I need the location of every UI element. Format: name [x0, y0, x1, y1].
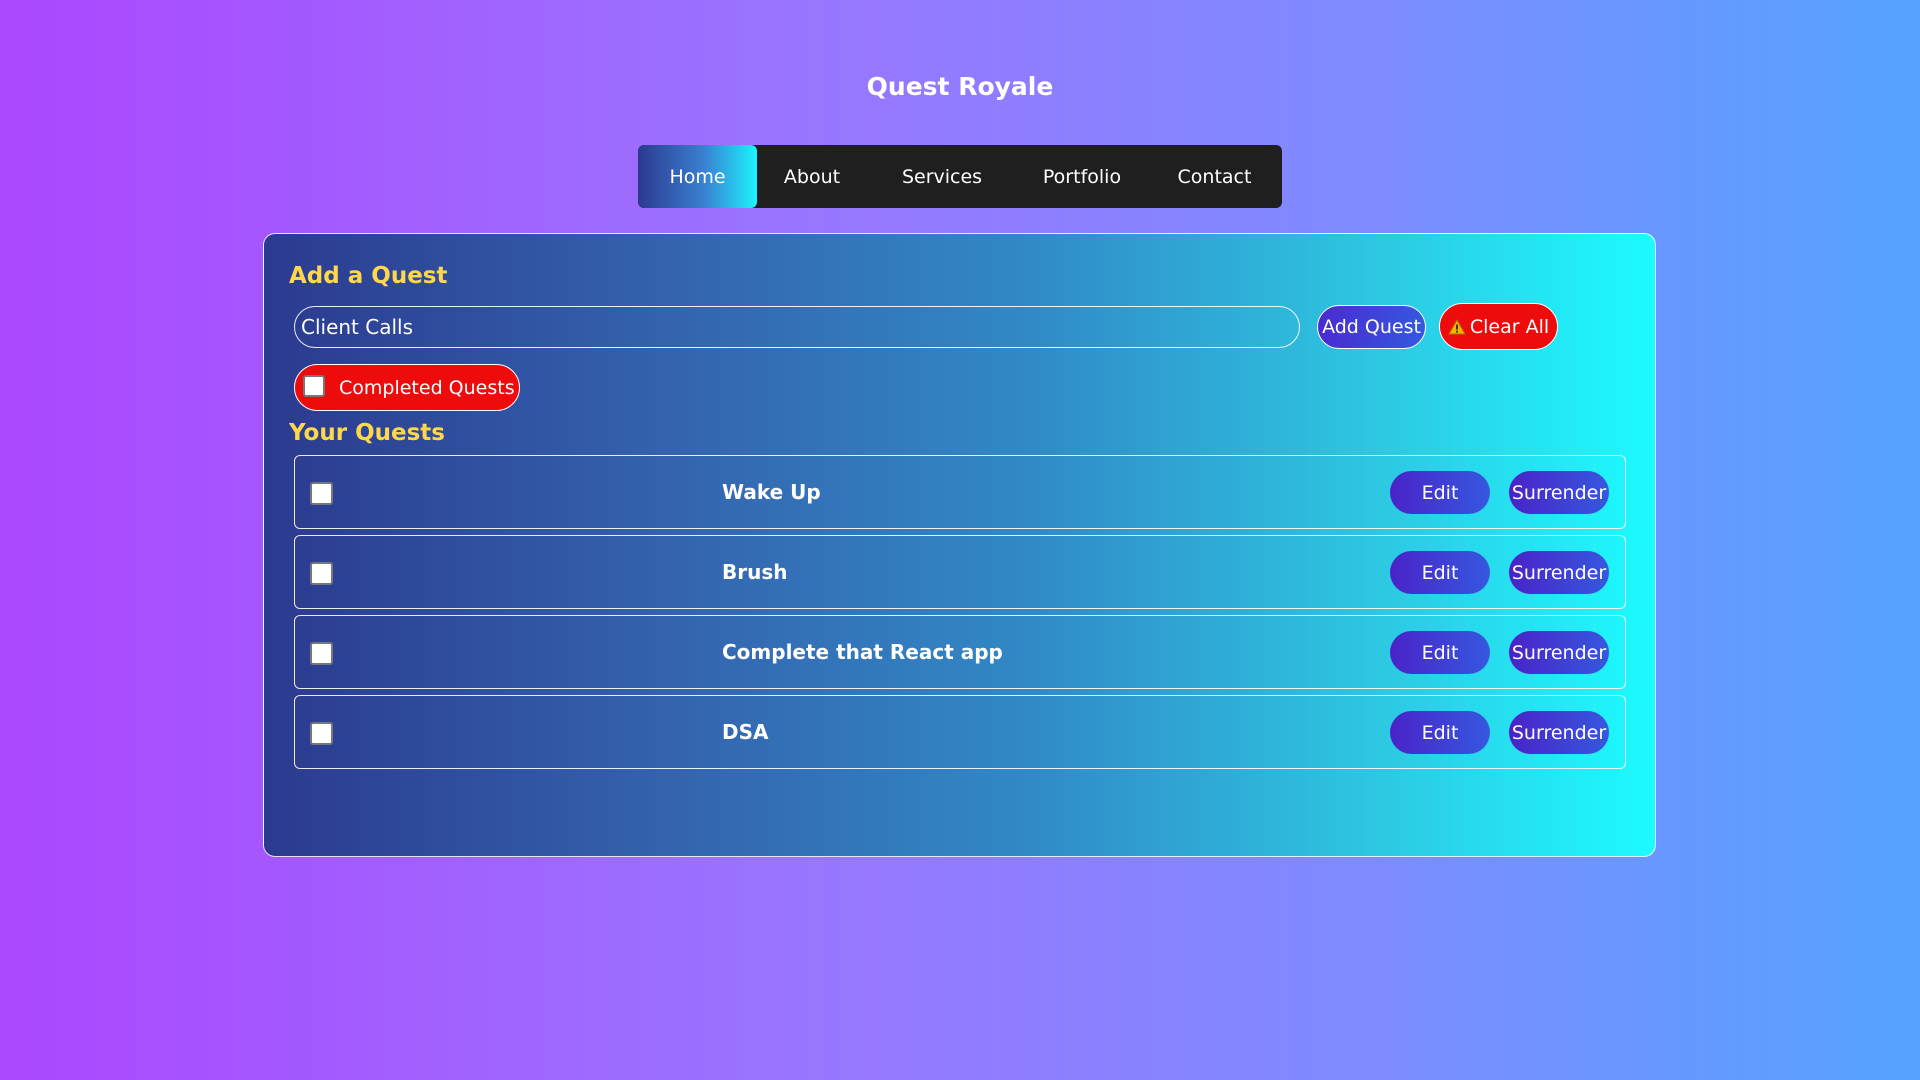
quest-row: DSA Edit Surrender	[294, 695, 1626, 769]
edit-button[interactable]: Edit	[1390, 631, 1490, 674]
edit-button[interactable]: Edit	[1390, 711, 1490, 754]
warning-icon	[1447, 318, 1466, 335]
quest-row: Complete that React app Edit Surrender	[294, 615, 1626, 689]
quest-row: Wake Up Edit Surrender	[294, 455, 1626, 529]
nav-item-portfolio[interactable]: Portfolio	[1017, 145, 1147, 208]
edit-button[interactable]: Edit	[1390, 471, 1490, 514]
quest-row: Brush Edit Surrender	[294, 535, 1626, 609]
quest-checkbox[interactable]	[310, 562, 333, 585]
quest-input[interactable]	[294, 306, 1300, 348]
app-title: Quest Royale	[866, 72, 1054, 101]
quest-list: Wake Up Edit Surrender Brush Edit Surren…	[294, 455, 1626, 775]
quest-checkbox[interactable]	[310, 642, 333, 665]
edit-button[interactable]: Edit	[1390, 551, 1490, 594]
clear-all-button[interactable]: Clear All	[1439, 303, 1558, 350]
nav-item-contact[interactable]: Contact	[1147, 145, 1282, 208]
navbar: Home About Services Portfolio Contact	[638, 145, 1282, 208]
add-quest-button[interactable]: Add Quest	[1317, 305, 1426, 349]
quest-title: DSA	[722, 720, 769, 744]
quest-panel: Add a Quest Add Quest Clear All Complete…	[263, 233, 1656, 857]
surrender-button[interactable]: Surrender	[1509, 631, 1609, 674]
nav-item-home[interactable]: Home	[638, 145, 757, 208]
surrender-button[interactable]: Surrender	[1509, 551, 1609, 594]
quest-title: Complete that React app	[722, 640, 1003, 664]
add-quest-button-label: Add Quest	[1322, 316, 1421, 338]
nav-item-about[interactable]: About	[757, 145, 867, 208]
completed-quests-label: Completed Quests	[339, 376, 515, 399]
quest-checkbox[interactable]	[310, 722, 333, 745]
completed-quests-checkbox[interactable]	[303, 374, 325, 397]
quest-title: Wake Up	[722, 480, 821, 504]
nav-item-services[interactable]: Services	[867, 145, 1017, 208]
surrender-button[interactable]: Surrender	[1509, 471, 1609, 514]
quest-title: Brush	[722, 560, 788, 584]
surrender-button[interactable]: Surrender	[1509, 711, 1609, 754]
your-quests-heading: Your Quests	[289, 420, 445, 446]
add-quest-heading: Add a Quest	[289, 263, 448, 289]
quest-checkbox[interactable]	[310, 482, 333, 505]
clear-all-button-label: Clear All	[1469, 315, 1550, 338]
completed-quests-toggle[interactable]: Completed Quests	[294, 364, 520, 411]
